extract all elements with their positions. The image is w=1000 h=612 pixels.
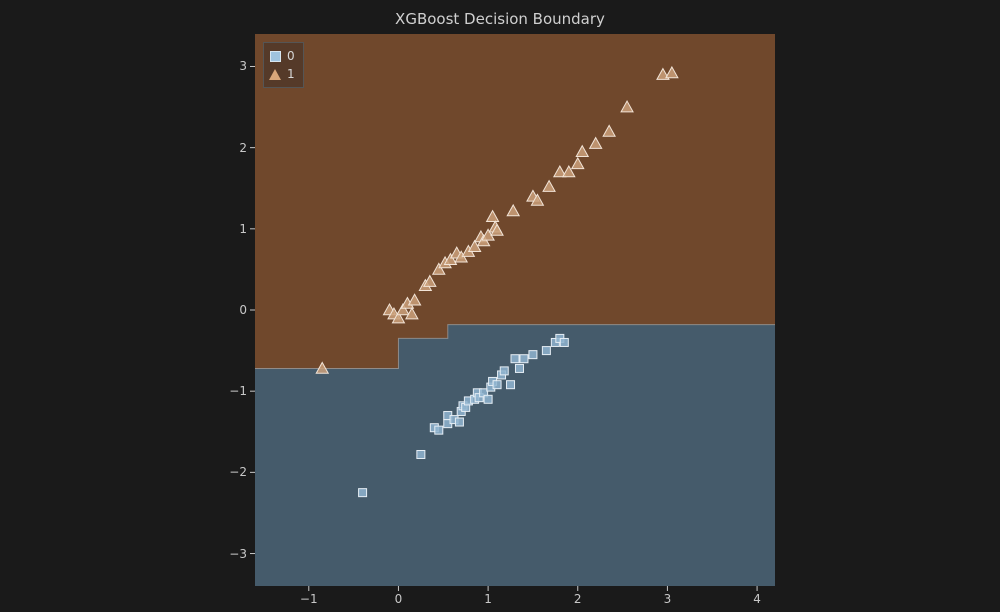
chart-title: XGBoost Decision Boundary	[0, 10, 1000, 28]
x-tick-label: 3	[652, 592, 682, 606]
legend-entry-1: 1	[270, 65, 295, 83]
point-class-0	[542, 347, 550, 355]
x-tick-label: 4	[742, 592, 772, 606]
point-class-0	[500, 367, 508, 375]
y-tick-label: 2	[217, 141, 247, 155]
point-class-0	[493, 381, 501, 389]
point-class-0	[435, 426, 443, 434]
x-tick-label: 0	[383, 592, 413, 606]
point-class-0	[507, 381, 515, 389]
chart-stage: XGBoost Decision Boundary −3−2−10123−101…	[0, 0, 1000, 612]
legend-label: 0	[287, 49, 295, 63]
square-icon	[270, 51, 281, 62]
x-tick-label: −1	[294, 592, 324, 606]
triangle-icon	[269, 69, 281, 80]
plot-area	[255, 34, 775, 586]
legend: 01	[263, 42, 304, 88]
point-class-0	[529, 351, 537, 359]
point-class-0	[511, 355, 519, 363]
point-class-0	[417, 450, 425, 458]
y-tick-label: 0	[217, 303, 247, 317]
legend-entry-0: 0	[270, 47, 295, 65]
x-tick-label: 2	[563, 592, 593, 606]
point-class-0	[484, 395, 492, 403]
point-class-0	[359, 489, 367, 497]
point-class-0	[520, 355, 528, 363]
point-class-0	[515, 364, 523, 372]
y-tick-label: 1	[217, 222, 247, 236]
y-tick-label: 3	[217, 59, 247, 73]
point-class-0	[560, 338, 568, 346]
plot-svg	[255, 34, 775, 586]
y-tick-label: −3	[217, 547, 247, 561]
point-class-0	[455, 418, 463, 426]
region-class-1	[255, 34, 775, 368]
x-tick-label: 1	[473, 592, 503, 606]
y-tick-label: −1	[217, 384, 247, 398]
y-tick-label: −2	[217, 465, 247, 479]
legend-label: 1	[287, 67, 295, 81]
